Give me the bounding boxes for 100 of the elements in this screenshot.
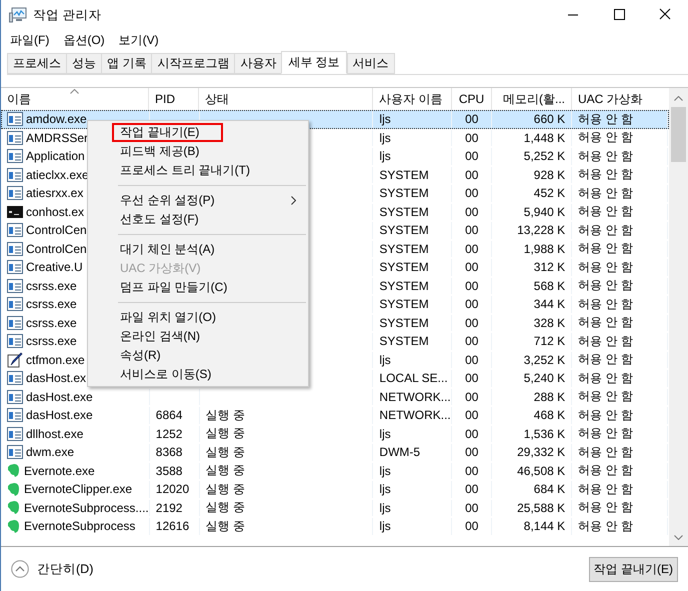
collapse-icon[interactable] [11, 560, 29, 578]
table-cell: 712 K [534, 334, 566, 348]
table-cell: dllhost.exe [26, 426, 84, 441]
process-row[interactable]: EvernoteSubprocess 12616 실행 중 ljs 00 8,144 K 허용 안 함 [1, 517, 669, 536]
table-cell: csrss.exe [26, 278, 77, 293]
table-cell: 468 K [534, 408, 566, 422]
context-menu-item[interactable]: 대기 체인 분석(A) [88, 240, 308, 259]
table-cell: 00 [465, 316, 478, 330]
table-cell: SYSTEM [379, 278, 429, 293]
table-cell: 허용 안 함 [578, 111, 633, 128]
process-row[interactable]: EvernoteClipper.exe 12020 실행 중 ljs 00 684 K 허용 안 함 [1, 480, 669, 498]
table-cell: 5,940 K [524, 204, 566, 219]
scroll-down-icon[interactable] [674, 535, 683, 540]
process-row[interactable]: EvernoteSubprocess.... 2192 실행 중 ljs 00 25,588 K 허용 안 함 [1, 498, 669, 517]
table-cell: 00 [465, 390, 478, 404]
table-cell: 00 [465, 130, 478, 145]
table-cell: 허용 안 함 [578, 130, 633, 146]
console-icon [7, 204, 23, 219]
table-cell: 00 [465, 500, 478, 515]
table-cell: 13,228 K [517, 223, 566, 238]
table-cell: 1,448 K [524, 130, 566, 145]
table-cell: 실행 중 [206, 462, 246, 479]
table-cell: ControlCen [26, 242, 87, 256]
table-cell: 12020 [156, 482, 190, 496]
table-cell: 452 K [534, 186, 566, 200]
table-cell: SYSTEM [379, 204, 429, 219]
table-cell: 00 [465, 204, 478, 219]
table-cell: 실행 중 [206, 500, 246, 516]
table-cell: 실행 중 [206, 444, 246, 460]
menu-item[interactable]: 파일(F) [10, 32, 50, 48]
end-task-button[interactable]: 작업 끝내기(E) [588, 556, 678, 582]
table-cell: 허용 안 함 [578, 426, 633, 442]
table-cell: Creative.U [26, 260, 83, 274]
table-cell: 00 [465, 168, 478, 182]
tab[interactable]: 서비스 [346, 53, 395, 74]
table-cell: 허용 안 함 [578, 148, 633, 164]
column-header[interactable]: UAC 가상화 [572, 88, 668, 110]
window-icon [7, 112, 23, 126]
table-cell: LOCAL SE... [379, 371, 448, 386]
tab[interactable]: 세부 정보 [281, 51, 347, 74]
table-cell: 1,988 K [524, 242, 566, 256]
table-cell: 허용 안 함 [578, 333, 633, 350]
tab[interactable]: 시작프로그램 [151, 53, 234, 74]
menu-item[interactable]: 보기(V) [118, 32, 159, 48]
window-icon [7, 242, 23, 256]
tab[interactable]: 앱 기록 [101, 53, 152, 74]
table-cell: 00 [465, 464, 478, 478]
table-cell: 00 [465, 242, 478, 256]
table-cell: 5,240 K [524, 371, 566, 386]
table-cell: 허용 안 함 [578, 352, 633, 368]
table-cell: 344 K [534, 297, 566, 312]
table-cell: ljs [379, 482, 391, 496]
table-cell: SYSTEM [379, 260, 429, 274]
tab[interactable]: 성능 [66, 53, 101, 74]
pen-icon [7, 352, 23, 368]
process-row[interactable]: dllhost.exe 1252 실행 중 ljs 00 1,536 K 허용 안 함 [1, 424, 669, 443]
scrollbar[interactable] [669, 88, 688, 546]
process-row[interactable]: dwm.exe 8368 실행 중 DWM-5 00 29,332 K 허용 안 함 [1, 443, 669, 462]
table-cell: 00 [465, 223, 478, 238]
table-cell: dasHost.exe [26, 408, 93, 422]
context-menu-item[interactable]: 덤프 파일 만들기(C) [88, 278, 308, 297]
table-cell: atiesrxx.ex [26, 186, 84, 200]
table-cell: SYSTEM [379, 186, 429, 200]
table-cell: 허용 안 함 [578, 204, 633, 220]
table-cell: NETWORK... [379, 390, 451, 404]
table-cell: 허용 안 함 [578, 314, 633, 331]
table-cell: 허용 안 함 [578, 481, 633, 498]
table-cell: 00 [465, 352, 478, 367]
collapse-link[interactable]: 간단히(D) [37, 560, 94, 578]
table-cell: 00 [465, 186, 478, 200]
process-row[interactable]: Evernote.exe 3588 실행 중 ljs 00 46,508 K 허용 안 함 [1, 462, 669, 480]
monitor-icon [9, 7, 27, 23]
table-cell: 00 [465, 278, 478, 293]
table-cell: SYSTEM [379, 168, 429, 182]
menu-item[interactable]: 옵션(O) [63, 32, 105, 48]
table-cell: 00 [465, 426, 478, 441]
process-row[interactable]: dasHost.exe NETWORK... 00 288 K 허용 안 함 [1, 388, 669, 406]
table-cell: 00 [465, 297, 478, 312]
table-cell: 00 [465, 112, 478, 126]
table-cell: csrss.exe [26, 334, 77, 348]
table-cell: 288 K [534, 390, 566, 404]
window-icon [7, 297, 23, 312]
table-cell: 허용 안 함 [578, 518, 633, 534]
table-cell: 568 K [534, 278, 566, 293]
table-cell: SYSTEM [379, 297, 429, 312]
scroll-up-icon[interactable] [674, 96, 683, 101]
process-row[interactable]: dasHost.exe 6864 실행 중 NETWORK... 00 468 K 허용 안 함 [1, 406, 669, 424]
table-cell: ljs [379, 500, 391, 515]
scrollbar-thumb[interactable] [671, 107, 686, 162]
table-cell: 25,588 K [517, 500, 566, 515]
table-cell: 46,508 K [517, 464, 566, 478]
window-icon [7, 130, 23, 145]
table-cell: SYSTEM [379, 242, 429, 256]
table-cell: ljs [379, 464, 391, 478]
table-cell: ljs [379, 130, 391, 145]
table-cell: 허용 안 함 [578, 500, 633, 516]
tab[interactable]: 프로세스 [7, 53, 66, 74]
tab[interactable]: 사용자 [234, 53, 282, 74]
table-cell: 928 K [534, 168, 566, 182]
table-cell: ControlCen [26, 223, 87, 238]
